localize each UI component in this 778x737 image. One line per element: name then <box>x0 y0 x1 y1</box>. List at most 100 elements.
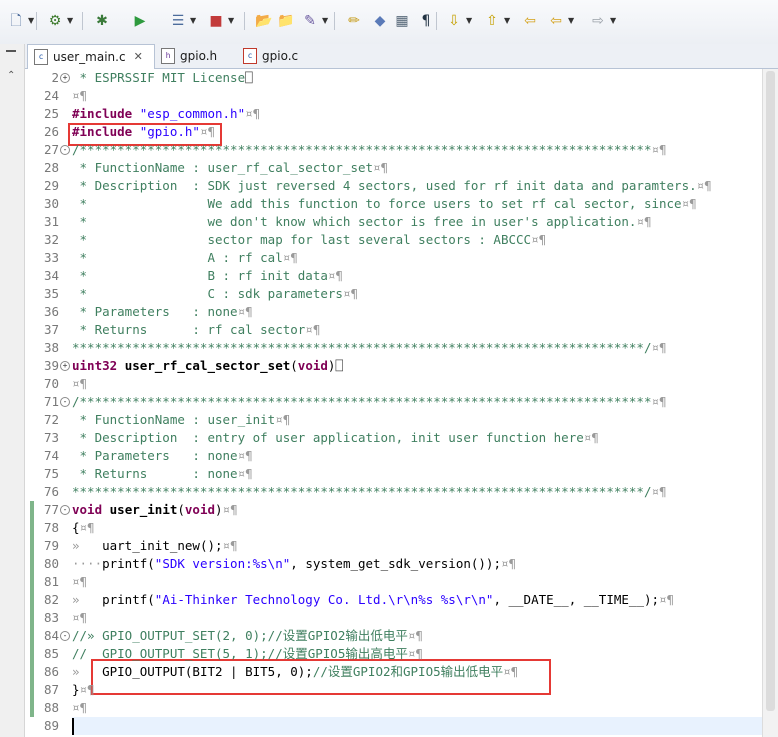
dropdown-arrow-icon[interactable]: ▼ <box>67 10 73 32</box>
code-line[interactable]: 82 » printf("Ai-Thinker Technology Co. Lt… <box>25 591 762 609</box>
stop-icon[interactable]: ■ <box>206 10 226 32</box>
search-icon[interactable]: ✎ <box>300 10 320 32</box>
tab-user-main-c[interactable]: c user_main.c ✕ <box>27 44 155 69</box>
prev-annotation-icon[interactable]: ⇧ <box>482 10 502 32</box>
code-token-ws: ¤¶ <box>407 646 423 661</box>
dropdown-arrow-icon[interactable]: ▼ <box>466 10 472 32</box>
forward-icon[interactable]: ⇨ <box>588 10 608 32</box>
code-line[interactable]: 28 * FunctionName : user_rf_cal_sector_s… <box>25 159 762 177</box>
code-token-box: ⎕ <box>245 70 253 85</box>
collapse-fold-icon[interactable]: - <box>60 397 70 407</box>
code-line[interactable]: 84-//» GPIO_OUTPUT_SET(2, 0);//设置GPIO2输出… <box>25 627 762 645</box>
code-line[interactable]: 83 ¤¶ <box>25 609 762 627</box>
code-token-comment: * we don't know which sector is free in … <box>72 214 637 229</box>
code-line[interactable]: 73 * Description : entry of user applica… <box>25 429 762 447</box>
code-line[interactable]: 70 ¤¶ <box>25 375 762 393</box>
new-file-icon[interactable]: 🗋 <box>6 10 26 32</box>
line-number: 31 <box>43 214 59 229</box>
code-line[interactable]: 71-/************************************… <box>25 393 762 411</box>
code-line[interactable]: 79 » uart_init_new();¤¶ <box>25 537 762 555</box>
scroll-up-icon[interactable]: ⌃ <box>7 70 15 81</box>
code-line[interactable]: 34 * B : rf init data¤¶ <box>25 267 762 285</box>
code-text: * FunctionName : user_init¤¶ <box>72 411 291 429</box>
code-line[interactable]: 78 {¤¶ <box>25 519 762 537</box>
toolbar-separator <box>36 12 37 30</box>
open-type-icon[interactable]: 📁 <box>276 10 296 32</box>
code-line[interactable]: 27-/************************************… <box>25 141 762 159</box>
scrollbar-thumb[interactable] <box>766 71 775 711</box>
collapse-fold-icon[interactable]: - <box>60 505 70 515</box>
minimize-icon[interactable] <box>6 50 16 52</box>
code-text: ¤¶ <box>72 609 87 627</box>
code-line[interactable]: 81 ¤¶ <box>25 573 762 591</box>
last-edit-icon[interactable]: ⇦ <box>520 10 540 32</box>
collapse-fold-icon[interactable]: - <box>60 145 70 155</box>
code-line[interactable]: 24 ¤¶ <box>25 87 762 105</box>
close-icon[interactable]: ✕ <box>134 45 143 69</box>
code-line[interactable]: 80 ····printf("SDK version:%s\n", system_… <box>25 555 762 573</box>
show-whitespace-icon[interactable]: ¶ <box>416 10 436 32</box>
code-line[interactable]: 26 #include "gpio.h"¤¶ <box>25 123 762 141</box>
code-line[interactable]: 35 * C : sdk parameters¤¶ <box>25 285 762 303</box>
code-token-ws: ¤¶ <box>503 664 519 679</box>
code-line[interactable]: 86 » GPIO_OUTPUT(BIT2 | BIT5, 0);//设置GPIO… <box>25 663 762 681</box>
code-line[interactable]: 2 + * ESPRSSIF MIT License⎕ <box>25 69 762 87</box>
line-number: 28 <box>43 160 59 175</box>
code-line[interactable]: 89 <box>25 717 762 735</box>
next-annotation-icon[interactable]: ⇩ <box>444 10 464 32</box>
code-token-ws: ···· <box>72 556 103 571</box>
code-line[interactable]: 39 + uint32 user_rf_cal_sector_set(void)⎕ <box>25 357 762 375</box>
code-token-comment: * sector map for last several sectors : … <box>72 232 532 247</box>
code-token-ws: ¤¶ <box>500 556 517 571</box>
code-token-str: "esp_common.h" <box>139 106 246 121</box>
code-line[interactable]: 85 // GPIO_OUTPUT_SET(5, 1);//设置GPIO5输出高电… <box>25 645 762 663</box>
code-line[interactable]: 33 * A : rf cal¤¶ <box>25 249 762 267</box>
dropdown-arrow-icon[interactable]: ▼ <box>228 10 234 32</box>
open-folder-icon[interactable]: 📂 <box>254 10 274 32</box>
code-line[interactable]: 32 * sector map for last several sectors… <box>25 231 762 249</box>
expand-fold-icon[interactable]: + <box>60 361 70 371</box>
code-line[interactable]: 25 #include "esp_common.h"¤¶ <box>25 105 762 123</box>
code-token-str: "gpio.h" <box>139 124 200 139</box>
build-icon[interactable]: ⚙ <box>45 10 65 32</box>
mark-occurrences-icon[interactable]: ◆ <box>370 10 390 32</box>
line-number: 33 <box>43 250 59 265</box>
dropdown-arrow-icon[interactable]: ▼ <box>190 10 196 32</box>
code-token-fn: user_init <box>109 502 178 517</box>
debug-icon[interactable]: ✱ <box>92 10 112 32</box>
line-number: 25 <box>43 106 59 121</box>
code-line[interactable]: 29 * Description : SDK just reversed 4 s… <box>25 177 762 195</box>
code-line[interactable]: 76 **************************************… <box>25 483 762 501</box>
collapse-fold-icon[interactable]: - <box>60 631 70 641</box>
code-token-comment: // GPIO_OUTPUT_SET(5, 1);//设置GPIO5输出高电平 <box>72 646 408 661</box>
code-line[interactable]: 31 * we don't know which sector is free … <box>25 213 762 231</box>
code-editor[interactable]: 2 + * ESPRSSIF MIT License⎕ 24 ¤¶ 25 #include… <box>25 69 762 737</box>
code-line[interactable]: 77- void user_init(void)¤¶ <box>25 501 762 519</box>
block-selection-icon[interactable]: ▦ <box>392 10 412 32</box>
vertical-scrollbar[interactable] <box>762 69 778 737</box>
code-line[interactable]: 37 * Returns : rf cal sector¤¶ <box>25 321 762 339</box>
dropdown-arrow-icon[interactable]: ▼ <box>568 10 574 32</box>
run-icon[interactable]: ▶ <box>130 10 150 32</box>
code-line[interactable]: 36 * Parameters : none¤¶ <box>25 303 762 321</box>
code-line[interactable]: 30 * We add this function to force users… <box>25 195 762 213</box>
code-line[interactable]: 72 * FunctionName : user_init¤¶ <box>25 411 762 429</box>
dropdown-arrow-icon[interactable]: ▼ <box>610 10 616 32</box>
code-token-plain: } <box>72 682 80 697</box>
code-line[interactable]: 87}¤¶ <box>25 681 762 699</box>
code-line[interactable]: 88 ¤¶ <box>25 699 762 717</box>
expand-fold-icon[interactable]: + <box>60 73 70 83</box>
external-tools-icon[interactable]: ☰ <box>168 10 188 32</box>
highlight-icon[interactable]: ✏ <box>344 10 364 32</box>
tab-gpio-h[interactable]: h gpio.h <box>155 44 241 68</box>
back-icon[interactable]: ⇦ <box>546 10 566 32</box>
dropdown-arrow-icon[interactable]: ▼ <box>322 10 328 32</box>
tab-gpio-c[interactable]: c gpio.c <box>237 44 323 68</box>
code-line[interactable]: 74 * Parameters : none¤¶ <box>25 447 762 465</box>
code-line[interactable]: 38 **************************************… <box>25 339 762 357</box>
code-token-ws: ¤¶ <box>659 592 675 607</box>
code-line[interactable]: 75 * Returns : none¤¶ <box>25 465 762 483</box>
dropdown-arrow-icon[interactable]: ▼ <box>28 10 34 32</box>
dropdown-arrow-icon[interactable]: ▼ <box>504 10 510 32</box>
c-file-icon: c <box>243 48 257 64</box>
